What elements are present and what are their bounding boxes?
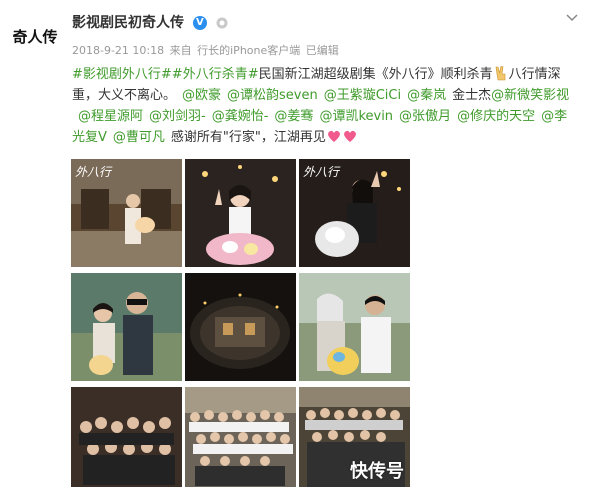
svg-text:奇人传: 奇人传 bbox=[12, 28, 57, 46]
victory-hand-icon bbox=[495, 66, 505, 81]
mention-link[interactable]: @龚婉怡- bbox=[212, 109, 269, 124]
hashtag-link[interactable]: #影视剧外八行# bbox=[72, 67, 172, 82]
level-icon[interactable] bbox=[216, 17, 228, 29]
photo-thumbnail[interactable] bbox=[299, 273, 410, 381]
mention-link[interactable]: @修庆的天空 bbox=[457, 109, 535, 124]
verified-icon: V bbox=[192, 16, 207, 30]
photo-thumbnail[interactable]: 快传号 bbox=[299, 387, 410, 487]
post-header: 奇人传 影视剧民初奇人传 V 2018-9-21 10:18 来自 行长的iPh… bbox=[0, 0, 592, 60]
watermark: 快传号 bbox=[350, 461, 404, 482]
photo-thumbnail[interactable] bbox=[185, 387, 296, 487]
post-time[interactable]: 2018-9-21 10:18 bbox=[72, 44, 164, 57]
mention-link[interactable]: @谭凯kevin bbox=[319, 109, 393, 124]
mention-link[interactable]: @欧豪 bbox=[182, 88, 221, 103]
mention-link[interactable]: @王紫璇CiCi bbox=[324, 88, 401, 103]
post-content: #影视剧外八行##外八行杀青#民国新江湖超级剧集《外八行》顺利杀青 八行情深重，大… bbox=[72, 64, 572, 148]
mention-link[interactable]: @刘剑羽- bbox=[149, 109, 206, 124]
hashtag-link[interactable]: #外八行杀青# bbox=[172, 67, 259, 82]
mention-link[interactable]: @曹可凡 bbox=[113, 130, 165, 145]
post-text: 金士杰 bbox=[452, 88, 492, 103]
sparkling-heart-icon bbox=[327, 130, 340, 142]
avatar-logo: 奇人传 bbox=[11, 21, 59, 51]
photo-thumbnail[interactable] bbox=[185, 273, 296, 381]
post-text: 感谢所有"行家"，江湖再见 bbox=[170, 130, 326, 145]
mention-link[interactable]: @程星源阿 bbox=[78, 109, 143, 124]
author-name[interactable]: 影视剧民初奇人传 bbox=[72, 15, 184, 31]
post-text: 民国新江湖超级剧集《外八行》顺利杀青 bbox=[258, 67, 493, 82]
chevron-down-icon[interactable] bbox=[566, 14, 578, 22]
photo-thumbnail[interactable]: 外八行 bbox=[71, 159, 182, 267]
photo-thumbnail[interactable] bbox=[71, 273, 182, 381]
source-prefix: 来自 bbox=[169, 44, 192, 57]
sparkling-heart-icon bbox=[343, 130, 356, 142]
avatar[interactable]: 奇人传 bbox=[10, 20, 60, 52]
edited-label[interactable]: 已编辑 bbox=[306, 44, 339, 57]
mention-link[interactable]: @姜骞 bbox=[274, 109, 313, 124]
photo-thumbnail[interactable] bbox=[185, 159, 296, 267]
post-source[interactable]: 行长的iPhone客户端 bbox=[197, 44, 300, 57]
mention-link[interactable]: @谭松韵seven bbox=[227, 88, 318, 103]
mention-link[interactable]: @张傲月 bbox=[399, 109, 451, 124]
photo-caption: 外八行 bbox=[75, 165, 112, 179]
author-name-row: 影视剧民初奇人传 V bbox=[72, 12, 228, 32]
mention-link[interactable]: @秦岚 bbox=[407, 88, 446, 103]
mention-link[interactable]: @新微笑影视 bbox=[491, 88, 569, 103]
post-meta: 2018-9-21 10:18 来自 行长的iPhone客户端 已编辑 bbox=[72, 42, 341, 58]
photo-thumbnail[interactable] bbox=[71, 387, 182, 487]
photo-caption: 外八行 bbox=[303, 165, 340, 179]
photo-thumbnail[interactable]: 外八行 bbox=[299, 159, 410, 267]
